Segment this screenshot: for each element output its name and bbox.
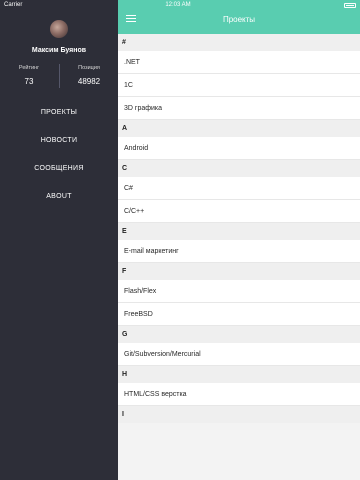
list-item[interactable]: E-mail маркетинг (118, 240, 360, 263)
list-item[interactable]: C# (118, 177, 360, 200)
battery-icon (344, 3, 356, 8)
section-header: F (118, 263, 360, 280)
top-bar: 12:03 AM Проекты (118, 0, 360, 34)
section-header: I (118, 406, 360, 423)
rating-stat: Рейтинг 73 (4, 65, 54, 86)
list-item[interactable]: Android (118, 137, 360, 160)
list-item[interactable]: FreeBSD (118, 303, 360, 326)
section-header: E (118, 223, 360, 240)
section-header: G (118, 326, 360, 343)
section-header: # (118, 34, 360, 51)
list-item[interactable]: 3D графика (118, 97, 360, 120)
section-header: A (118, 120, 360, 137)
sidebar: Carrier Максим Буянов Рейтинг 73 Позиция… (0, 0, 118, 480)
list-item[interactable]: 1C (118, 74, 360, 97)
user-name: Максим Буянов (31, 47, 87, 54)
section-header: C (118, 160, 360, 177)
position-label: Позиция (78, 65, 100, 71)
list-item[interactable]: .NET (118, 51, 360, 74)
avatar[interactable] (50, 20, 68, 38)
page-title: Проекты (222, 15, 256, 24)
list-item[interactable]: Flash/Flex (118, 280, 360, 303)
list-item[interactable]: HTML/CSS верстка (118, 383, 360, 406)
rating-label: Рейтинг (18, 65, 40, 71)
position-stat: Позиция 48982 (64, 65, 114, 86)
sidebar-item-about[interactable]: ABOUT (0, 190, 118, 218)
sidebar-item-projects[interactable]: ПРОЕКТЫ (0, 106, 118, 134)
stat-divider (59, 64, 60, 88)
list-item[interactable]: C/C++ (118, 200, 360, 223)
sidebar-menu: ПРОЕКТЫ НОВОСТИ СООБЩЕНИЯ ABOUT (0, 106, 118, 218)
rating-value: 73 (24, 77, 34, 86)
section-header: H (118, 366, 360, 383)
status-time: 12:03 AM (165, 2, 191, 8)
projects-list: # .NET 1C 3D графика A Android C C# C/C+… (118, 34, 360, 480)
status-carrier: Carrier (4, 2, 23, 8)
list-item[interactable]: Git/Subversion/Mercurial (118, 343, 360, 366)
position-value: 48982 (77, 77, 101, 86)
sidebar-item-news[interactable]: НОВОСТИ (0, 134, 118, 162)
sidebar-item-messages[interactable]: СООБЩЕНИЯ (0, 162, 118, 190)
